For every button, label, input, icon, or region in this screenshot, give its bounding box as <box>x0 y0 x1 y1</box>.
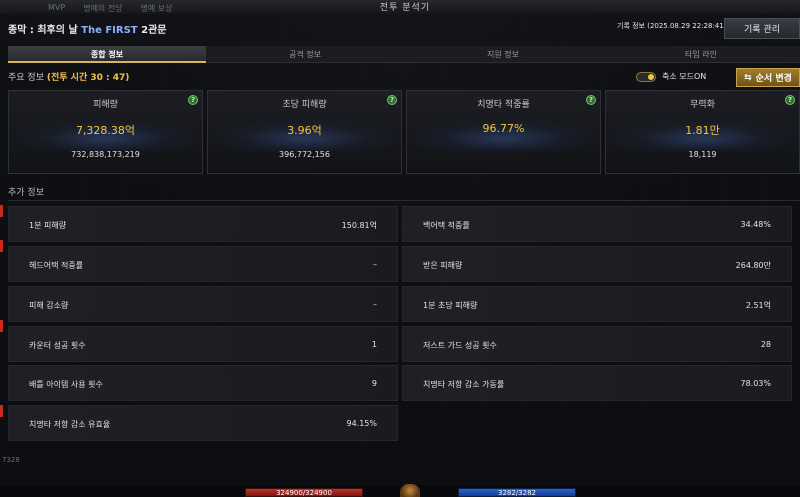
tab-overview[interactable]: 종합 정보 <box>8 46 206 63</box>
stat-row-crit-resist-uptime: 치명타 저항 감소 가동률 78.03% <box>402 365 792 401</box>
stat-row-just-guard: 저스트 가드 성공 횟수 28 <box>402 326 792 362</box>
stat-row-label: 피해 감소량 <box>29 301 69 310</box>
help-icon[interactable]: ? <box>387 95 397 105</box>
raid-label: 종막 : 최후의 날 The FIRST 2관문 <box>8 21 166 36</box>
stat-row-value: 264.80만 <box>735 261 771 270</box>
ghost-tab-reward[interactable]: 명예 보상 <box>141 3 173 14</box>
stat-row-value: 2.51억 <box>745 301 771 310</box>
compact-mode-toggle-wrap[interactable]: 축소 모드ON <box>636 71 706 82</box>
stat-card-crit-rate: 치명타 적중률 ? 96.77% <box>406 90 601 174</box>
raid-suffix: 2관문 <box>141 25 167 36</box>
stat-row-battle-item: 배틀 아이템 사용 횟수 9 <box>8 365 398 401</box>
stat-row-damage-reduction: 피해 감소량 – <box>8 286 398 322</box>
stat-row-value: 34.48% <box>740 220 771 229</box>
divider <box>8 200 800 201</box>
battle-analyzer-window: MVP 명예의 전당 명예 보상 전투 분석기 종막 : 최후의 날 The F… <box>0 0 800 485</box>
stat-row-label: 치명타 저항 감소 가동률 <box>423 380 505 389</box>
tab-support[interactable]: 지원 정보 <box>404 46 602 63</box>
stat-row-value: 1 <box>371 340 377 349</box>
screen-edge-marker <box>0 320 3 332</box>
stat-row-crit-resist-eff: 치명타 저항 감소 유효율 94.15% <box>8 405 398 441</box>
stat-row-1min-damage: 1분 피해량 150.81억 <box>8 206 398 242</box>
side-number: 7328 <box>2 456 20 464</box>
window-title: 전투 분석기 <box>379 3 431 13</box>
stat-card-main-value: 3.96억 <box>287 124 322 137</box>
stat-card-damage: 피해량 ? 7,328.38억 732,838,173,219 <box>8 90 203 174</box>
stat-row-label: 카운터 성공 횟수 <box>29 341 86 350</box>
stat-card-sub-value: 396,772,156 <box>279 150 330 159</box>
ghost-tab-hall[interactable]: 명예의 전당 <box>83 3 122 14</box>
extra-info-heading: 추가 정보 <box>8 188 44 198</box>
stat-row-received-damage: 받은 피해량 264.80만 <box>402 246 792 282</box>
help-icon[interactable]: ? <box>586 95 596 105</box>
ghost-tabs: MVP 명예의 전당 명예 보상 <box>48 3 173 14</box>
hud-orb-icon <box>400 484 420 497</box>
raid-prefix: 종막 : 최후의 날 <box>8 25 78 36</box>
stat-card-title: 초당 피해량 <box>282 100 327 110</box>
record-info: 기록 정보 (2025.08.29 22:28:41) <box>617 22 727 30</box>
screen-edge-marker <box>0 240 3 252</box>
mp-bar: 3282/3282 <box>458 488 576 497</box>
stat-row-head-attack: 헤드어택 적중률 – <box>8 246 398 282</box>
stat-card-stagger: 무력화 ? 1.81만 18,119 <box>605 90 800 174</box>
stat-card-main-value: 1.81만 <box>685 124 720 137</box>
help-icon[interactable]: ? <box>188 95 198 105</box>
compact-mode-toggle[interactable] <box>636 71 656 82</box>
stat-card-main-value: 7,328.38억 <box>75 124 136 137</box>
stat-row-value: 94.15% <box>346 419 377 428</box>
tab-attack[interactable]: 공격 정보 <box>206 46 404 63</box>
stat-row-1min-dps: 1분 초당 피해량 2.51억 <box>402 286 792 322</box>
tab-timeline[interactable]: 타임 라인 <box>602 46 800 63</box>
stat-card-title: 피해량 <box>93 100 118 110</box>
compact-mode-label: 축소 모드ON <box>662 72 707 81</box>
hp-bar: 324900/324900 <box>245 488 363 497</box>
stat-row-value: 78.03% <box>740 379 771 388</box>
stat-row-value: 150.81억 <box>341 221 377 230</box>
stat-card-sub-value: 732,838,173,219 <box>71 150 140 159</box>
battle-time: (전투 시간 30 : 47) <box>46 73 130 83</box>
stat-card-main-value: 96.77% <box>482 122 525 135</box>
stat-row-value: 28 <box>760 340 771 349</box>
raid-highlight: The FIRST <box>81 25 138 36</box>
change-order-button[interactable]: ⇆ 순서 변경 <box>736 68 800 87</box>
main-info-heading: 주요 정보 (전투 시간 30 : 47) <box>8 70 129 83</box>
stat-card-title: 치명타 적중률 <box>477 100 530 110</box>
stat-row-label: 치명타 저항 감소 유효율 <box>29 420 111 429</box>
stat-cards: 피해량 ? 7,328.38억 732,838,173,219 초당 피해량 ?… <box>8 90 800 174</box>
title-strip: MVP 명예의 전당 명예 보상 전투 분석기 <box>0 0 800 14</box>
main-tabs: 종합 정보 공격 정보 지원 정보 타임 라인 <box>8 46 800 63</box>
stat-row-label: 1분 초당 피해량 <box>423 301 478 310</box>
header: 종막 : 최후의 날 The FIRST 2관문 기록 정보 (2025.08.… <box>0 16 800 44</box>
stat-row-label: 받은 피해량 <box>423 261 463 270</box>
ghost-tab-mvp[interactable]: MVP <box>48 3 65 14</box>
stat-row-label: 헤드어택 적중률 <box>29 261 84 270</box>
stat-row-label: 1분 피해량 <box>29 221 67 230</box>
main-info-label: 주요 정보 <box>8 73 44 83</box>
screen-edge-marker <box>0 205 3 217</box>
swap-arrows-icon: ⇆ <box>744 72 752 83</box>
stat-card-sub-value: 18,119 <box>688 150 717 159</box>
stat-row-label: 저스트 가드 성공 횟수 <box>423 341 497 350</box>
record-manage-button[interactable]: 기록 관리 <box>724 18 800 39</box>
stat-row-counter: 카운터 성공 횟수 1 <box>8 326 398 362</box>
stat-row-label: 백어택 적중률 <box>423 221 470 230</box>
stat-row-value: 9 <box>371 379 377 388</box>
stat-row-value: – <box>373 300 377 309</box>
stat-row-label: 배틀 아이템 사용 횟수 <box>29 380 103 389</box>
screen-edge-marker <box>0 405 3 417</box>
stat-row-value: – <box>373 260 377 269</box>
help-icon[interactable]: ? <box>785 95 795 105</box>
change-order-label: 순서 변경 <box>755 74 792 84</box>
stat-card-dps: 초당 피해량 ? 3.96억 396,772,156 <box>207 90 402 174</box>
stat-row-back-attack: 백어택 적중률 34.48% <box>402 206 792 242</box>
stat-card-title: 무력화 <box>690 100 715 110</box>
